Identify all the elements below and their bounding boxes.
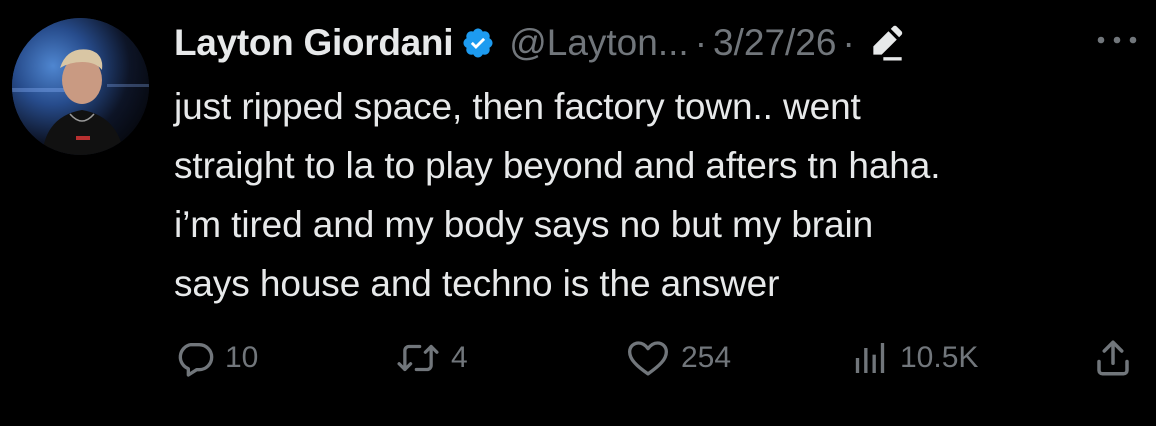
separator-dot: · xyxy=(842,22,855,63)
repost-count: 4 xyxy=(451,341,468,374)
share-button[interactable] xyxy=(1092,328,1134,388)
like-count: 254 xyxy=(681,341,732,374)
tweet-date[interactable]: 3/27/26 xyxy=(713,22,836,64)
heart-icon xyxy=(625,338,671,378)
tweet-card[interactable]: Layton Giordani @Layton... · 3/27/26 · j… xyxy=(0,0,1156,426)
author-handle[interactable]: @Layton... xyxy=(509,22,689,64)
tweet-text-line: straight to la to play beyond and afters… xyxy=(174,145,941,186)
tweet-actions-bar: 10 4 254 10.5K xyxy=(0,328,1156,388)
edited-pencil-icon[interactable] xyxy=(865,23,905,63)
author-avatar[interactable] xyxy=(12,18,149,155)
view-count: 10.5K xyxy=(900,341,979,374)
tweet-text-line: i’m tired and my body says no but my bra… xyxy=(174,204,874,245)
separator-dot: · xyxy=(694,22,708,63)
more-options-icon[interactable] xyxy=(1092,25,1142,55)
views-button[interactable]: 10.5K xyxy=(850,328,978,388)
reply-count: 10 xyxy=(225,341,259,374)
share-upload-icon xyxy=(1092,337,1134,379)
tweet-text-line: just ripped space, then factory town.. w… xyxy=(174,86,861,127)
author-name[interactable]: Layton Giordani xyxy=(174,22,453,64)
reply-icon xyxy=(175,338,215,378)
repost-icon xyxy=(395,338,441,378)
reply-button[interactable]: 10 xyxy=(175,328,258,388)
repost-button[interactable]: 4 xyxy=(395,328,468,388)
tweet-text: just ripped space, then factory town.. w… xyxy=(174,77,1149,313)
analytics-bars-icon xyxy=(850,338,890,378)
tweet-text-line: says house and techno is the answer xyxy=(174,263,780,304)
like-button[interactable]: 254 xyxy=(625,328,731,388)
tweet-header: Layton Giordani @Layton... · 3/27/26 · xyxy=(174,18,905,68)
verified-badge-icon[interactable] xyxy=(461,26,495,60)
